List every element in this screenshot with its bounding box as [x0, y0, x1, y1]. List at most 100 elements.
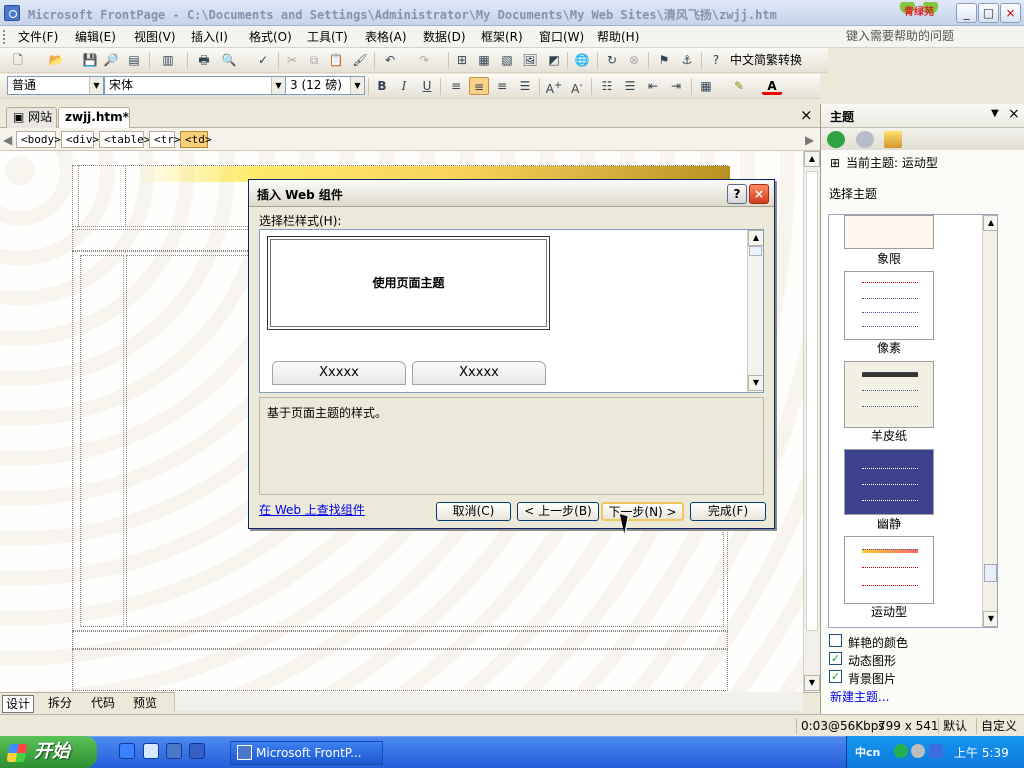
menu-file[interactable]: 文件(F) [14, 29, 62, 45]
tag-next-icon[interactable]: ▶ [805, 133, 814, 147]
menu-table[interactable]: 表格(A) [361, 29, 411, 45]
preview-icon[interactable]: 🔍 [219, 51, 239, 69]
align-right-icon[interactable]: ≡ [492, 77, 512, 95]
new-theme-link[interactable]: 新建主题... [830, 688, 889, 705]
format-painter-icon[interactable]: 🖌 [350, 51, 370, 69]
back-button[interactable]: < 上一步(B) [517, 502, 599, 521]
scroll-thumb[interactable] [806, 171, 818, 631]
finish-button[interactable]: 完成(F) [690, 502, 766, 521]
theme-thumb-quadrant[interactable] [844, 215, 934, 249]
increase-indent-icon[interactable]: ⇥ [666, 77, 686, 95]
spelling-icon[interactable]: ✓ [253, 51, 273, 69]
highlight-icon[interactable]: ✎ [729, 77, 749, 95]
menu-tools[interactable]: 工具(T) [303, 29, 352, 45]
forward-icon[interactable] [856, 131, 874, 148]
insert-layer-icon[interactable]: ▧ [497, 51, 517, 69]
style-select[interactable]: 普通 ▼ [7, 76, 104, 95]
back-icon[interactable] [827, 131, 845, 148]
input-method-indicator[interactable]: 中cn [855, 744, 880, 760]
dialog-close-button[interactable]: × [749, 184, 769, 204]
vivid-colors-checkbox[interactable] [829, 634, 842, 647]
menu-data[interactable]: 数据(D) [419, 29, 470, 45]
task-pane-menu-icon[interactable]: ▼ [991, 108, 999, 119]
font-color-button[interactable]: A [762, 77, 782, 95]
theme-thumb-sporty[interactable] [844, 536, 934, 604]
theme-scroll-thumb[interactable] [984, 564, 997, 582]
background-picture-checkbox[interactable]: ✓ [829, 670, 842, 683]
use-page-theme-option[interactable]: 使用页面主题 [267, 236, 550, 330]
style-scroll-thumb[interactable] [749, 246, 762, 256]
paste-icon[interactable]: 📋 [326, 51, 346, 69]
menu-format[interactable]: 格式(O) [245, 29, 296, 45]
open-folder-icon[interactable]: 📂 [46, 51, 66, 69]
tag-body[interactable]: <body> [16, 131, 61, 148]
underline-button[interactable]: U [417, 77, 437, 95]
bold-button[interactable]: B [372, 77, 392, 95]
numbered-list-icon[interactable]: ☷ [597, 77, 617, 95]
tag-td[interactable]: <td> [180, 131, 212, 148]
menu-window[interactable]: 窗口(W) [535, 29, 588, 45]
tab-code[interactable]: 代码 [88, 695, 118, 713]
insert-picture-icon[interactable]: 🖼 [520, 51, 540, 69]
insert-table-icon[interactable]: ▦ [474, 51, 494, 69]
style-scroll-up-icon[interactable]: ▲ [748, 230, 763, 246]
menu-view[interactable]: 视图(V) [130, 29, 180, 45]
tab-website[interactable]: ▣ 网站 [6, 107, 57, 128]
ie-icon[interactable] [119, 743, 135, 759]
style-select-arrow-icon[interactable]: ▼ [89, 77, 103, 94]
justify-icon[interactable]: ☰ [515, 77, 535, 95]
font-select-arrow-icon[interactable]: ▼ [271, 77, 285, 94]
hyperlink-icon[interactable]: 🌐 [572, 51, 592, 69]
menu-edit[interactable]: 编辑(E) [71, 29, 120, 45]
save-icon[interactable]: 💾 [80, 51, 100, 69]
theme-scroll-up-icon[interactable]: ▲ [983, 215, 997, 231]
style-scroll-down-icon[interactable]: ▼ [748, 375, 763, 391]
search-icon[interactable]: 🔎 [101, 51, 121, 69]
close-button[interactable]: × [1000, 3, 1021, 23]
cancel-button[interactable]: 取消(C) [436, 502, 511, 521]
size-select[interactable]: 3 (12 磅) ▼ [285, 76, 365, 95]
menu-help[interactable]: 帮助(H) [593, 29, 643, 45]
menu-frames[interactable]: 框架(R) [477, 29, 527, 45]
maximize-button[interactable]: □ [978, 3, 999, 23]
frontpage-quicklaunch-icon[interactable] [166, 743, 182, 759]
menu-grip[interactable] [3, 30, 7, 44]
tag-table[interactable]: <table> [99, 131, 150, 148]
border-icon[interactable]: ▦ [696, 77, 716, 95]
task-pane-close-icon[interactable]: × [1008, 106, 1020, 122]
editor-horizontal-scrollbar[interactable] [174, 692, 803, 711]
tab-preview[interactable]: 预览 [130, 695, 160, 713]
size-select-arrow-icon[interactable]: ▼ [350, 77, 364, 94]
green-tray-icon[interactable] [894, 744, 908, 758]
bookmark-icon[interactable]: ⚑ [654, 51, 674, 69]
bar-style-list[interactable]: 使用页面主题 Xxxxx Xxxxx ▲ ▼ [259, 229, 764, 393]
dialog-help-button[interactable]: ? [727, 184, 747, 204]
align-center-icon[interactable]: ≡ [469, 77, 489, 95]
tab-design[interactable]: 设计 [2, 695, 35, 713]
theme-list-scrollbar[interactable]: ▲ ▼ [982, 215, 997, 627]
theme-thumb-serene[interactable] [844, 449, 934, 515]
style-tab-a[interactable]: Xxxxx [272, 361, 406, 385]
find-components-link[interactable]: 在 Web 上查找组件 [259, 501, 365, 518]
anchor-quicklaunch-icon[interactable] [189, 743, 205, 759]
tab-split[interactable]: 拆分 [45, 695, 75, 713]
redo-icon[interactable]: ↷ [414, 51, 434, 69]
publish-icon[interactable]: ▤ [124, 51, 144, 69]
close-document-icon[interactable]: × [800, 106, 813, 124]
tag-tr[interactable]: <tr> [149, 131, 181, 148]
theme-thumb-parchment[interactable] [844, 361, 934, 428]
help-icon[interactable]: ? [706, 51, 726, 69]
network-tray-icon[interactable] [929, 744, 943, 758]
editor-vertical-scrollbar[interactable]: ▲ ▼ [803, 151, 820, 692]
theme-thumbnail-list[interactable]: 象限 像素 羊皮纸 幽静 运动型 ▲ ▼ [828, 214, 998, 628]
style-tab-b[interactable]: Xxxxx [412, 361, 546, 385]
taskbar-frontpage-button[interactable]: Microsoft FrontP... [230, 741, 383, 765]
help-question-input[interactable]: 键入需要帮助的问题 [840, 28, 1020, 45]
italic-button[interactable]: I [394, 77, 414, 95]
web-component-icon[interactable]: ▥ [158, 51, 178, 69]
undo-icon[interactable]: ↶ [380, 51, 400, 69]
anchor-icon[interactable]: ⚓ [677, 51, 697, 69]
decrease-font-icon[interactable]: A- [567, 77, 587, 96]
scroll-down-icon[interactable]: ▼ [804, 675, 820, 691]
scroll-up-icon[interactable]: ▲ [804, 151, 820, 167]
